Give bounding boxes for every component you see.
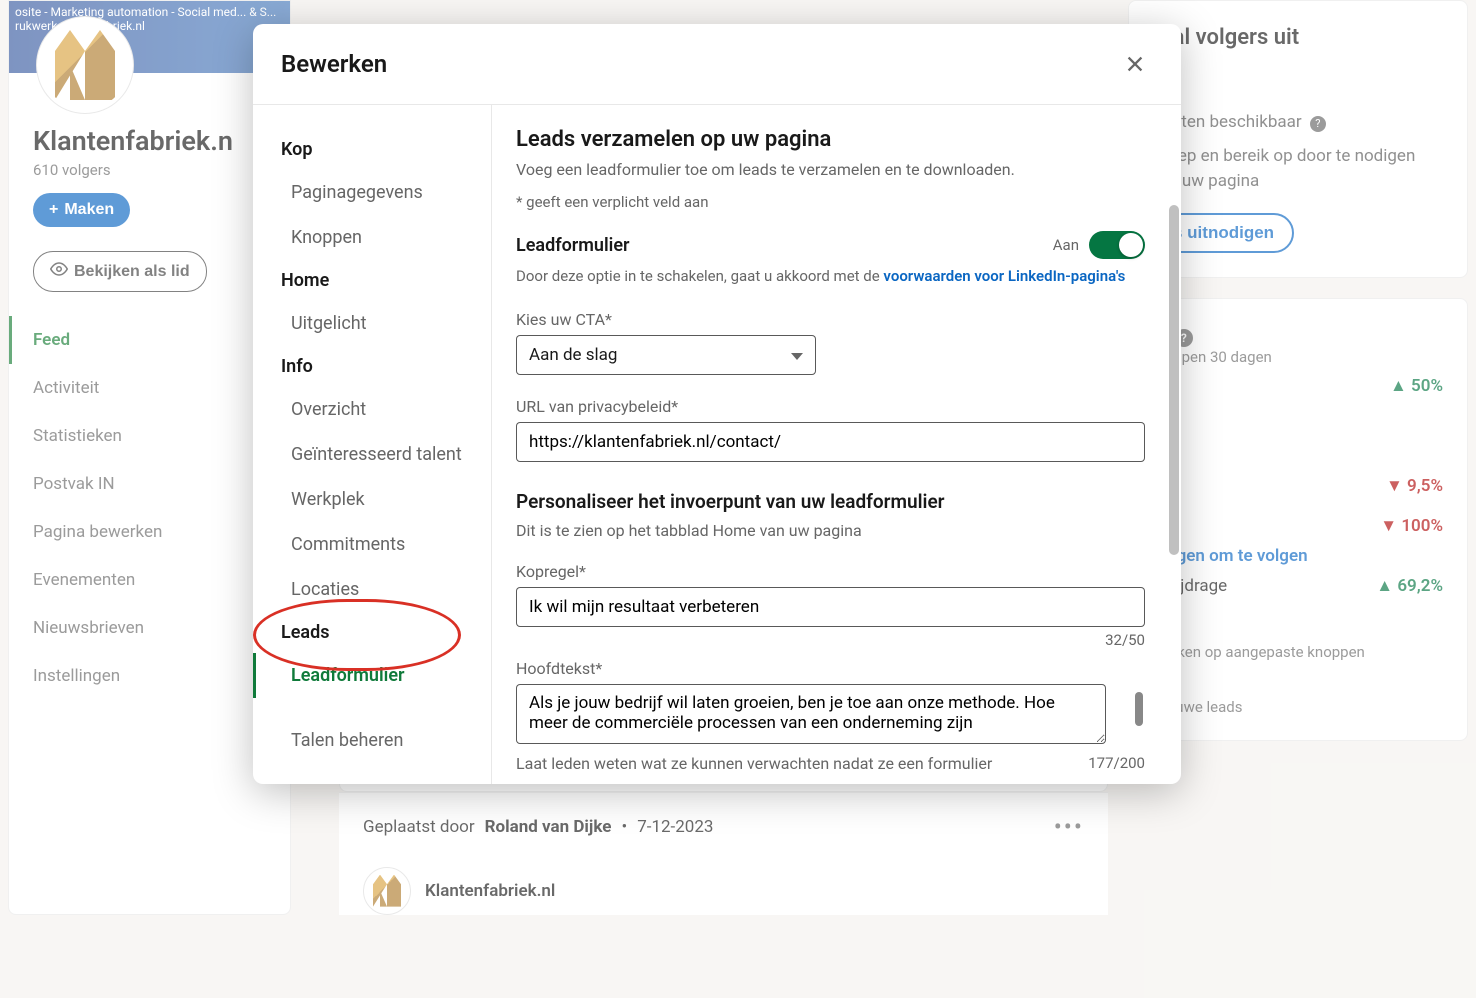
page-avatar [37, 17, 133, 113]
terms-link[interactable]: voorwaarden voor LinkedIn-pagina's [883, 267, 1125, 285]
stat-up: ▲ 50% [1390, 376, 1443, 396]
modal-nav-commitments[interactable]: Commitments [253, 522, 491, 567]
left-sidebar-card: osite - Marketing automation - Social me… [8, 0, 291, 915]
grow-title: ntal volgers uit [1153, 25, 1443, 50]
followers-count: 610 volgers [33, 161, 266, 179]
grow-desc: groep en bereik op door te nodigen om uw… [1153, 144, 1443, 195]
modal-content: Leads verzamelen op uw pagina Voeg een l… [492, 105, 1181, 784]
toggle-knob [1119, 233, 1143, 257]
nav-item-activity[interactable]: Activiteit [9, 364, 290, 412]
content-sub: Voeg een leadformulier toe om leads te v… [516, 160, 1145, 179]
posted-by-name: Roland van Dijke [485, 817, 612, 837]
post-author-row: Klantenfabriek.nl [339, 861, 1108, 915]
cta-select[interactable]: Aan de slag [516, 335, 816, 375]
invite-follow-link[interactable]: odigen om te volgen [1153, 546, 1443, 566]
create-button[interactable]: + Maken [33, 193, 130, 227]
modal-nav-werkplek[interactable]: Werkplek [253, 477, 491, 522]
view-as-member-button[interactable]: Bekijken als lid [33, 251, 207, 292]
plus-icon: + [49, 201, 58, 219]
leadform-hint: Door deze optie in te schakelen, gaat u … [516, 265, 1145, 288]
edit-modal: Bewerken Kop Paginagegevens Knoppen Home… [253, 24, 1181, 784]
modal-nav-overzicht[interactable]: Overzicht [253, 387, 491, 432]
period-text: gelopen 30 dagen [1153, 348, 1443, 366]
hoofdtekst-textarea[interactable] [516, 684, 1106, 744]
stat-leads-label: Nieuwe leads [1153, 698, 1443, 716]
nav-item-inbox[interactable]: Postvak IN [9, 460, 290, 508]
more-icon[interactable]: ••• [1054, 813, 1084, 841]
stat-clicks-label: Klikken op aangepaste knoppen [1153, 643, 1443, 661]
modal-body: Kop Paginagegevens Knoppen Home Uitgelic… [253, 105, 1181, 784]
modal-nav-heading-home: Home [253, 260, 491, 301]
modal-nav: Kop Paginagegevens Knoppen Home Uitgelic… [253, 105, 492, 784]
modal-nav-paginagegevens[interactable]: Paginagegevens [253, 170, 491, 215]
modal-title: Bewerken [281, 50, 387, 78]
modal-nav-locaties[interactable]: Locaties [253, 567, 491, 612]
modal-nav-uitgelicht[interactable]: Uitgelicht [253, 301, 491, 346]
modal-nav-knoppen[interactable]: Knoppen [253, 215, 491, 260]
nav-item-settings[interactable]: Instellingen [9, 652, 290, 700]
post-avatar [363, 867, 411, 915]
post-meta-row: Geplaatst door Roland van Dijke • 7-12-2… [339, 792, 1108, 861]
toggle-state-text: Aan [1053, 236, 1079, 254]
post-author-name: Klantenfabriek.nl [425, 881, 555, 901]
hoofdtekst-charcount: 177/200 [1088, 754, 1145, 772]
privacy-label: URL van privacybeleid* [516, 397, 1145, 416]
nav-item-feed[interactable]: Feed [9, 316, 290, 364]
kopregel-label: Kopregel* [516, 562, 1145, 581]
hoofdtekst-hint: Laat leden weten wat ze kunnen verwachte… [516, 754, 1068, 773]
nav-item-newsletters[interactable]: Nieuwsbrieven [9, 604, 290, 652]
modal-header: Bewerken [253, 24, 1181, 105]
page-title: Klantenfabriek.n [33, 125, 266, 157]
kopregel-charcount: 32/50 [516, 631, 1145, 649]
avatar-logo-icon [373, 875, 401, 907]
personalize-sub: Dit is te zien op het tabblad Home van u… [516, 521, 1145, 540]
modal-nav-heading-info: Info [253, 346, 491, 387]
hint-prefix: Door deze optie in te schakelen, gaat u … [516, 267, 883, 285]
help-icon[interactable]: ? [1310, 116, 1326, 132]
view-as-label: Bekijken als lid [74, 263, 190, 281]
cta-select-value: Aan de slag [529, 345, 617, 365]
modal-nav-leadformulier[interactable]: Leadformulier [253, 653, 491, 698]
nav-item-events[interactable]: Evenementen [9, 556, 290, 604]
hoofdtekst-label: Hoofdtekst* [516, 659, 1145, 678]
stat-down: ▼ 9,5% [1386, 476, 1443, 496]
privacy-url-input[interactable] [516, 422, 1145, 462]
textarea-scrollbar[interactable] [1135, 692, 1143, 726]
dot-separator: • [621, 817, 627, 837]
create-button-label: Maken [64, 201, 114, 219]
close-icon[interactable] [1117, 46, 1153, 82]
personalize-heading: Personaliseer het invoerpunt van uw lead… [516, 490, 1145, 513]
modal-nav-heading-leads: Leads [253, 612, 491, 653]
stat-down: ▼ 100% [1380, 516, 1443, 536]
content-heading: Leads verzamelen op uw pagina [516, 127, 1145, 152]
modal-nav-heading-kop: Kop [253, 129, 491, 170]
post-date: 7-12-2023 [637, 817, 713, 837]
stat-number: 0 [1153, 618, 1443, 643]
posted-by-prefix: Geplaatst door [363, 817, 475, 837]
modal-nav-talent[interactable]: Geïnteresseerd talent [253, 432, 491, 477]
stat-up: ▲ 69,2% [1376, 576, 1443, 596]
modal-nav-talen[interactable]: Talen beheren [253, 718, 491, 763]
cta-label: Kies uw CTA* [516, 310, 1145, 329]
eye-icon [50, 260, 68, 283]
avatar-logo-icon [55, 30, 115, 100]
kopregel-input[interactable] [516, 587, 1145, 627]
leadform-label: Leadformulier [516, 235, 629, 256]
leadform-toggle[interactable] [1089, 231, 1145, 259]
required-hint: * geeft een verplicht veld aan [516, 193, 1145, 211]
left-nav: Feed Activiteit Statistieken Postvak IN … [9, 316, 290, 700]
nav-item-stats[interactable]: Statistieken [9, 412, 290, 460]
stat-number: 0 [1153, 673, 1443, 698]
nav-item-edit-page[interactable]: Pagina bewerken [9, 508, 290, 556]
